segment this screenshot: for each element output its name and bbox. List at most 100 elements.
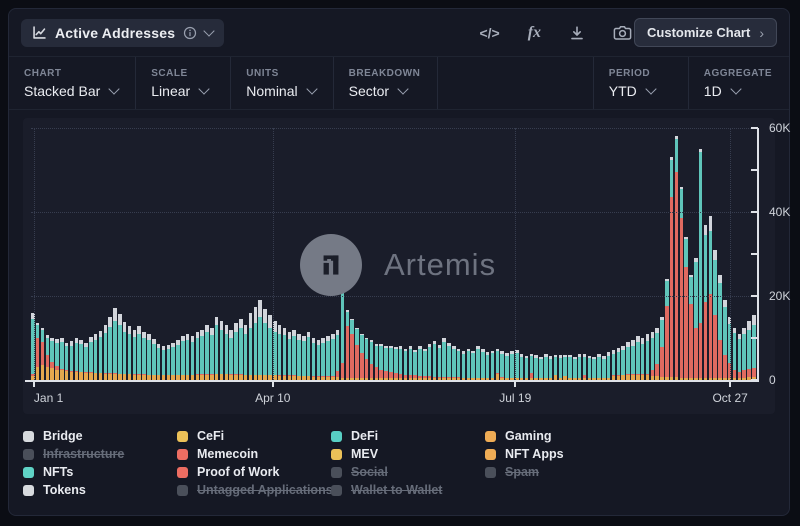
bar-70[interactable]	[370, 340, 374, 380]
bar-20[interactable]	[128, 326, 132, 380]
legend-item-infrastructure[interactable]: Infrastructure	[23, 447, 177, 461]
bar-11[interactable]	[84, 343, 88, 380]
bar-62[interactable]	[331, 334, 335, 380]
bar-101[interactable]	[520, 354, 524, 380]
bar-98[interactable]	[505, 353, 509, 380]
metric-selector[interactable]: Active Addresses	[21, 19, 224, 47]
bar-45[interactable]	[249, 313, 253, 380]
legend-item-nft-apps[interactable]: NFT Apps	[485, 447, 639, 461]
bar-84[interactable]	[438, 345, 442, 380]
bar-61[interactable]	[326, 336, 330, 380]
bar-134[interactable]	[680, 187, 684, 380]
bar-23[interactable]	[142, 332, 146, 380]
bar-42[interactable]	[234, 323, 238, 380]
bar-6[interactable]	[60, 338, 64, 380]
bar-133[interactable]	[675, 136, 679, 380]
bar-37[interactable]	[210, 328, 214, 380]
bar-53[interactable]	[288, 332, 292, 380]
download-icon[interactable]	[569, 25, 585, 41]
bar-79[interactable]	[413, 350, 417, 380]
bar-65[interactable]	[346, 310, 350, 380]
bar-122[interactable]	[621, 346, 625, 380]
bar-93[interactable]	[481, 349, 485, 380]
bar-17[interactable]	[113, 308, 117, 380]
legend-item-social[interactable]: Social	[331, 465, 485, 479]
legend-item-proof-of-work[interactable]: Proof of Work	[177, 465, 331, 479]
bar-21[interactable]	[133, 330, 137, 380]
bar-40[interactable]	[225, 325, 229, 380]
bar-115[interactable]	[588, 356, 592, 380]
legend-item-defi[interactable]: DeFi	[331, 429, 485, 443]
bar-106[interactable]	[544, 354, 548, 380]
bar-96[interactable]	[496, 349, 500, 380]
bar-49[interactable]	[268, 315, 272, 380]
bar-130[interactable]	[660, 317, 664, 380]
bar-123[interactable]	[626, 342, 630, 380]
bar-105[interactable]	[539, 357, 543, 380]
bar-124[interactable]	[631, 340, 635, 380]
bar-57[interactable]	[307, 332, 311, 380]
bar-35[interactable]	[200, 330, 204, 380]
bar-10[interactable]	[79, 340, 83, 380]
bar-83[interactable]	[433, 341, 437, 380]
bar-136[interactable]	[689, 275, 693, 380]
legend-item-tokens[interactable]: Tokens	[23, 483, 177, 497]
bar-146[interactable]	[738, 334, 742, 380]
bar-87[interactable]	[452, 346, 456, 380]
bar-36[interactable]	[205, 325, 209, 380]
bar-108[interactable]	[554, 355, 558, 380]
bar-125[interactable]	[636, 336, 640, 380]
bar-14[interactable]	[99, 331, 103, 380]
filter-aggregate[interactable]: AGGREGATE1D	[688, 57, 789, 109]
bar-132[interactable]	[670, 157, 674, 380]
bar-60[interactable]	[321, 338, 325, 380]
bar-138[interactable]	[699, 149, 703, 380]
code-icon[interactable]: </>	[479, 25, 499, 41]
bar-78[interactable]	[409, 346, 413, 380]
bar-147[interactable]	[742, 328, 746, 380]
filter-units[interactable]: UNITSNominal	[231, 57, 333, 109]
legend-item-bridge[interactable]: Bridge	[23, 429, 177, 443]
bar-113[interactable]	[578, 354, 582, 380]
legend-item-nfts[interactable]: NFTs	[23, 465, 177, 479]
bar-80[interactable]	[418, 346, 422, 380]
filter-period[interactable]: PERIODYTD	[593, 57, 688, 109]
bar-72[interactable]	[379, 344, 383, 380]
bar-43[interactable]	[239, 319, 243, 380]
bar-44[interactable]	[244, 325, 248, 380]
bar-148[interactable]	[747, 321, 751, 380]
bar-67[interactable]	[355, 328, 359, 380]
bar-145[interactable]	[733, 328, 737, 380]
bar-48[interactable]	[263, 309, 267, 380]
bar-99[interactable]	[510, 351, 514, 380]
bar-149[interactable]	[752, 315, 756, 380]
bar-120[interactable]	[612, 350, 616, 380]
bar-24[interactable]	[147, 334, 151, 380]
bar-118[interactable]	[602, 356, 606, 380]
bar-1[interactable]	[36, 323, 40, 380]
bar-27[interactable]	[162, 346, 166, 380]
bar-9[interactable]	[75, 338, 79, 380]
filter-breakdown[interactable]: BREAKDOWNSector	[334, 57, 439, 109]
bar-91[interactable]	[471, 351, 475, 380]
bar-109[interactable]	[559, 355, 563, 380]
bar-13[interactable]	[94, 334, 98, 380]
bar-52[interactable]	[283, 328, 287, 380]
bar-86[interactable]	[447, 343, 451, 380]
bar-111[interactable]	[568, 355, 572, 380]
customize-chart-button[interactable]: Customize Chart ›	[634, 18, 777, 47]
bar-82[interactable]	[428, 344, 432, 380]
bar-128[interactable]	[651, 332, 655, 380]
bar-89[interactable]	[462, 351, 466, 380]
bar-140[interactable]	[709, 216, 713, 380]
bar-127[interactable]	[646, 334, 650, 380]
info-icon[interactable]	[183, 26, 197, 40]
bar-12[interactable]	[89, 337, 93, 380]
bar-5[interactable]	[55, 339, 59, 380]
function-icon[interactable]: fx	[528, 24, 541, 42]
bar-75[interactable]	[394, 347, 398, 380]
bar-2[interactable]	[41, 328, 45, 380]
bar-74[interactable]	[389, 346, 393, 380]
bar-22[interactable]	[137, 326, 141, 380]
legend-item-cefi[interactable]: CeFi	[177, 429, 331, 443]
